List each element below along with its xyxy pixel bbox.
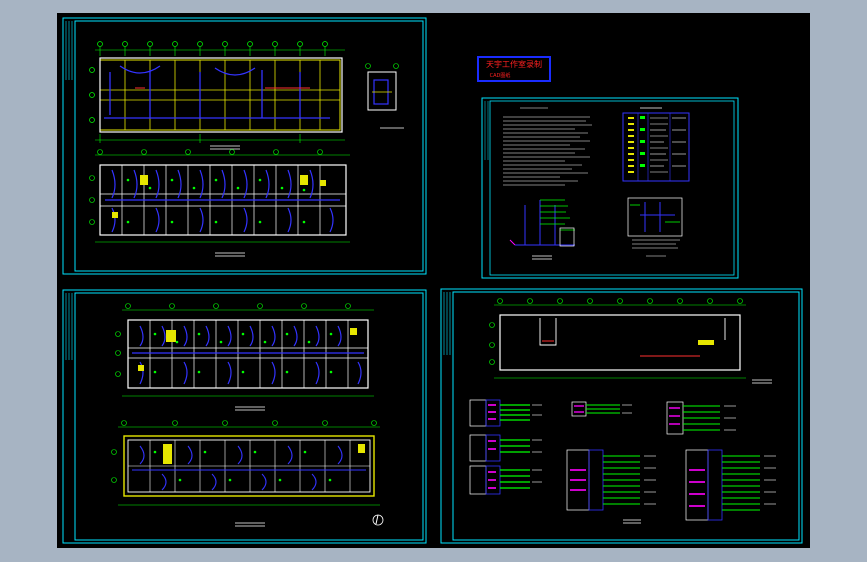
stamp-subtitle: CAD图纸 <box>490 72 511 79</box>
stamp-title: 天宇工作室录制 <box>486 59 542 69</box>
recording-stamp: 天宇工作室录制 CAD图纸 <box>477 56 551 82</box>
cad-viewport[interactable]: 天宇工作室录制 CAD图纸 <box>0 0 867 562</box>
